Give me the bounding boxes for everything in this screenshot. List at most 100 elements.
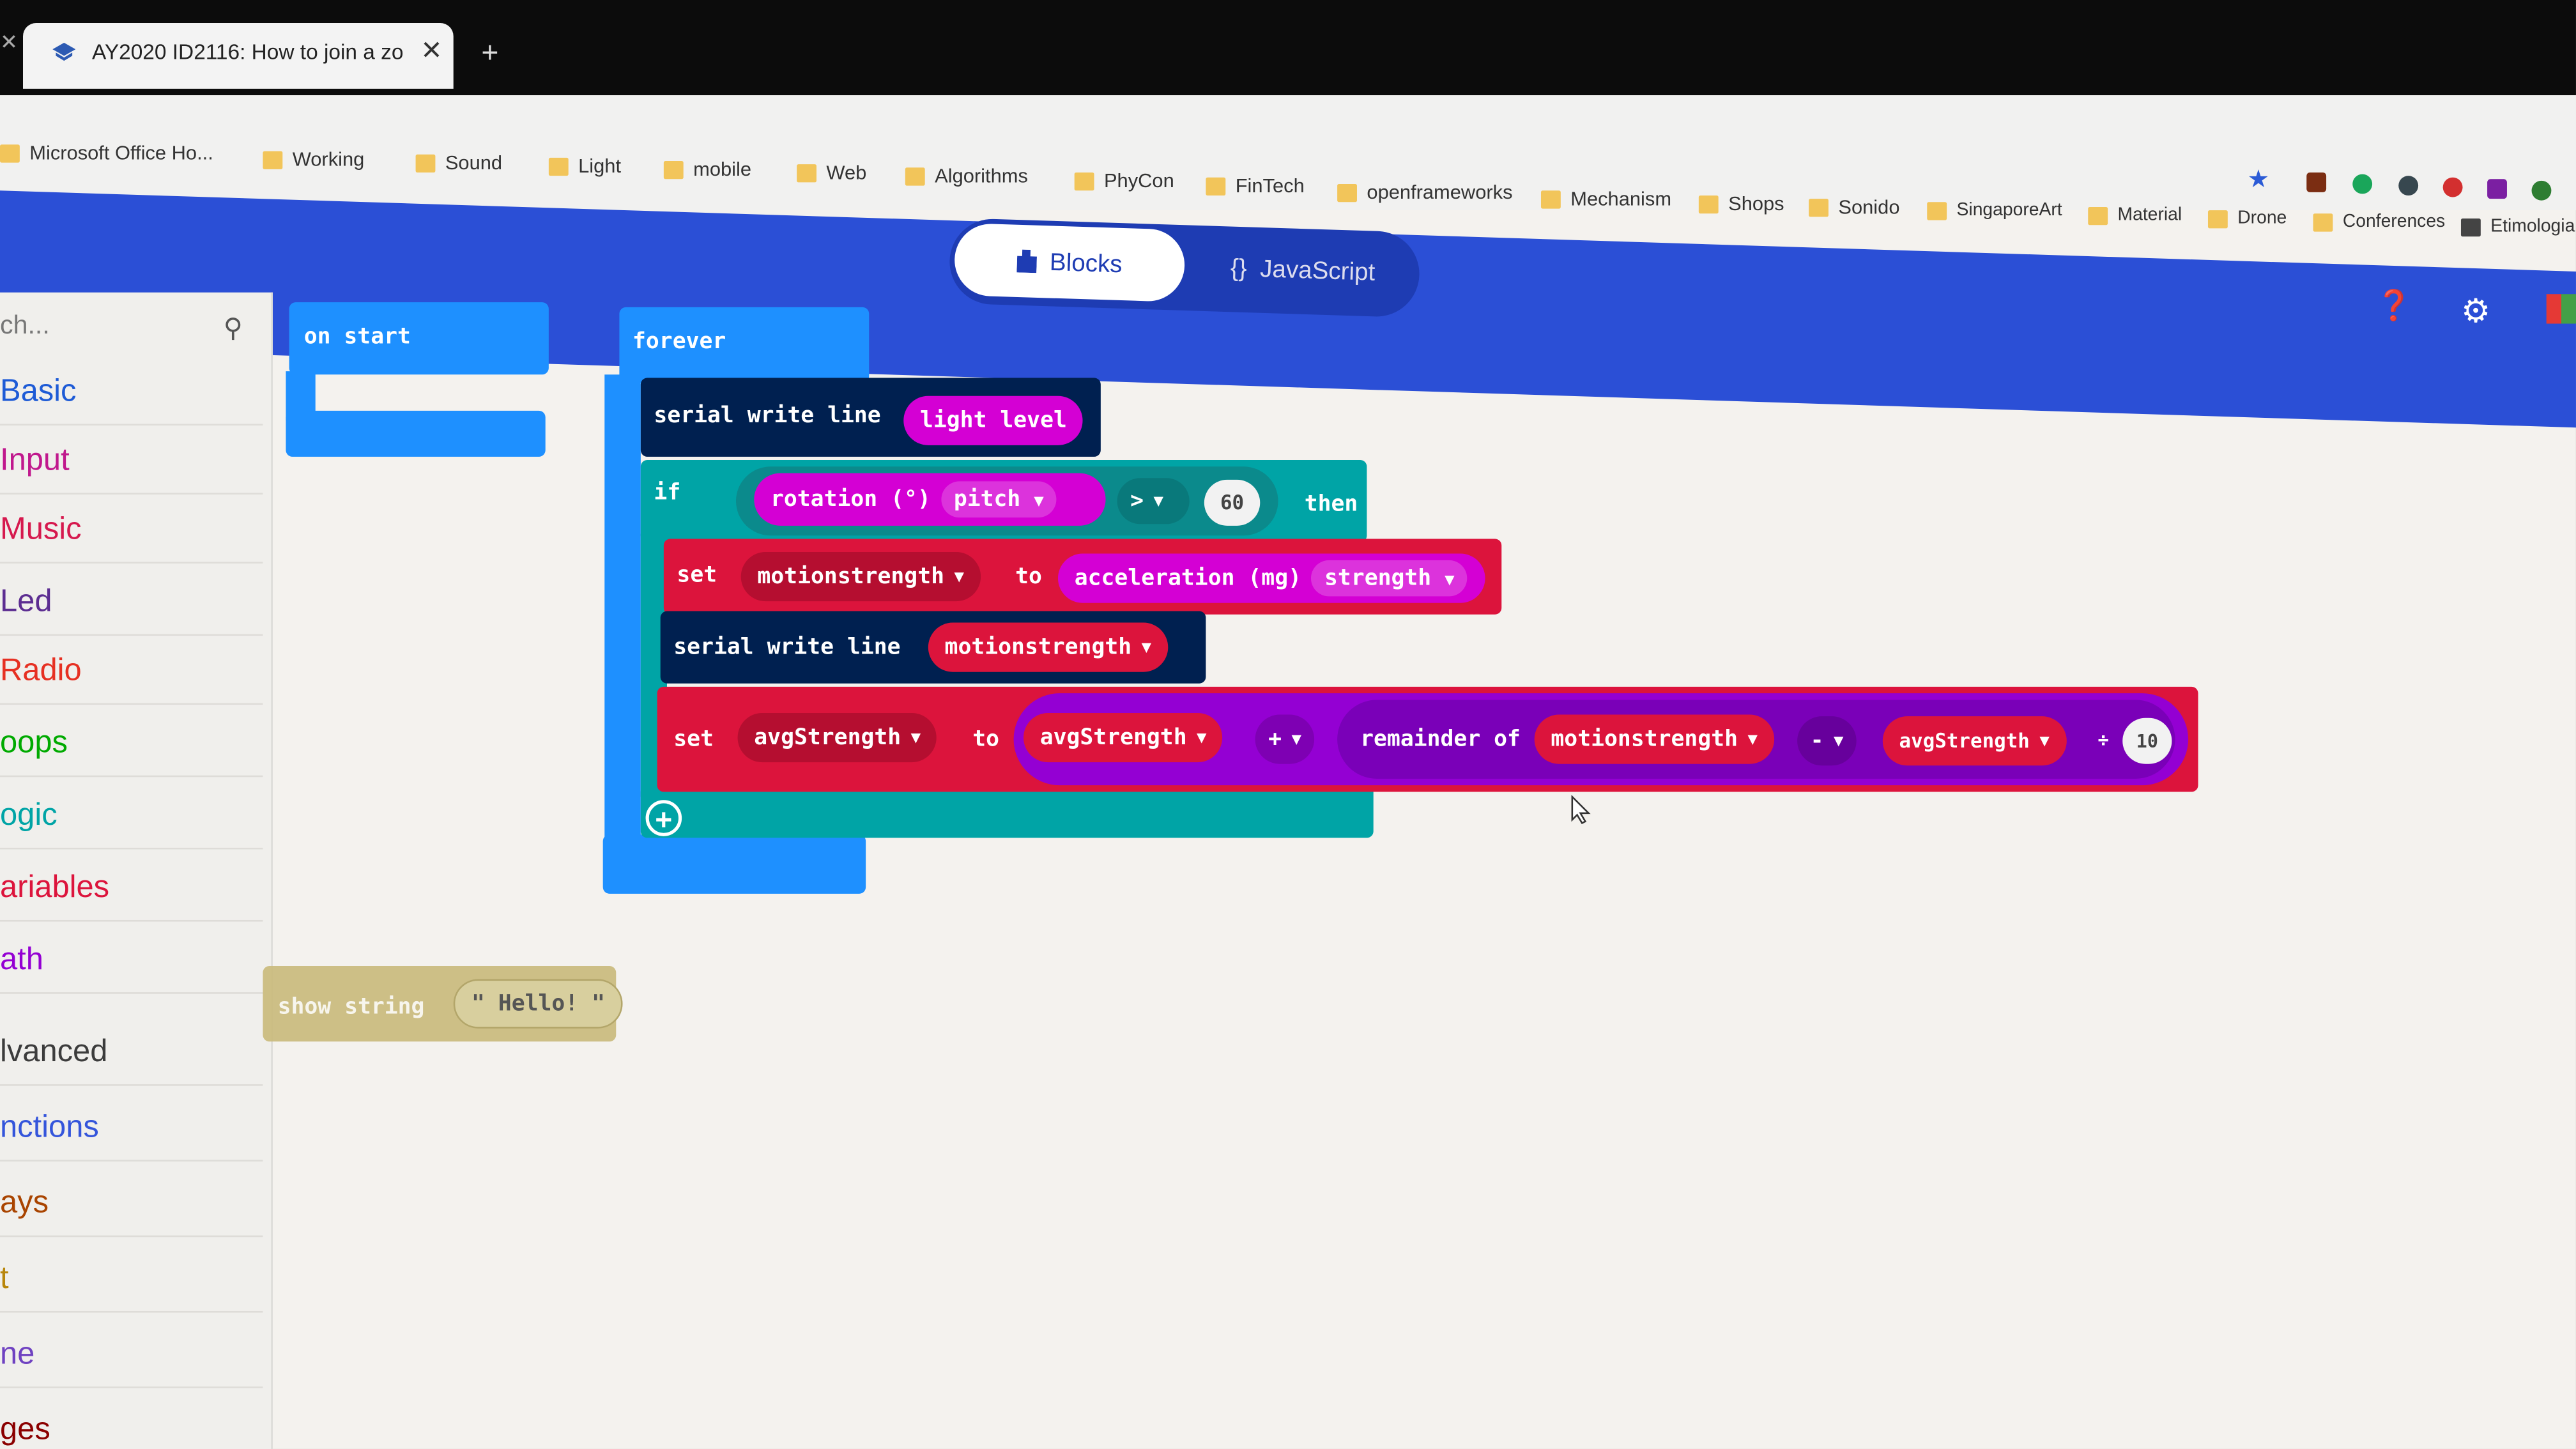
extension-icon[interactable] <box>2306 172 2327 192</box>
microsoft-logo-icon[interactable] <box>2546 294 2576 324</box>
add-else-icon[interactable]: + <box>645 800 682 836</box>
toolbox-category-ath[interactable]: ath <box>0 943 263 994</box>
makecode-window: ✕ | AY2020 ID2116: How to join a zo ✕ + … <box>0 0 2576 1449</box>
bookmark-item[interactable]: Mechanism <box>1540 187 1671 210</box>
browser-tab[interactable]: AY2020 ID2116: How to join a zo ✕ <box>22 22 454 89</box>
extension-icon[interactable] <box>2352 174 2373 194</box>
folder-icon <box>2088 206 2108 224</box>
if-block-bottom <box>640 785 1374 838</box>
chevron-down-icon: ▼ <box>1153 492 1163 510</box>
toolbox-category-lvanced[interactable]: lvanced <box>0 1035 263 1086</box>
bookmark-item[interactable]: Material <box>2088 205 2182 225</box>
folder-icon <box>663 160 684 178</box>
bookmark-item[interactable]: openframeworks <box>1337 181 1513 204</box>
motionstrength-variable[interactable]: motionstrength ▼ <box>928 622 1168 672</box>
chevron-down-icon: ▼ <box>954 567 964 586</box>
toolbox-category-radio[interactable]: Radio <box>0 654 263 705</box>
extension-icon[interactable] <box>2531 180 2552 201</box>
toolbox-category-ariables[interactable]: ariables <box>0 871 263 922</box>
toolbox-category-basic[interactable]: Basic <box>0 374 263 425</box>
bookmark-item[interactable]: Light <box>548 155 621 178</box>
gear-icon[interactable]: ⚙ <box>2461 291 2490 332</box>
show-string-label: show string <box>277 993 425 1020</box>
bookmark-item[interactable]: Algorithms <box>905 164 1028 187</box>
bookmark-item[interactable]: Drone <box>2207 209 2287 228</box>
chevron-down-icon: ▼ <box>1747 730 1758 749</box>
toolbox-category-oops[interactable]: oops <box>0 726 263 778</box>
strength-dropdown[interactable]: strength ▼ <box>1311 560 1468 597</box>
extension-icon[interactable] <box>2442 177 2463 197</box>
folder-icon <box>1206 176 1226 195</box>
toolbox-search[interactable]: ch... ⚲ <box>0 293 266 365</box>
folder-icon <box>2207 209 2228 228</box>
folder-icon <box>1698 194 1719 213</box>
forever-block-bottom <box>602 834 866 894</box>
toolbox-category-ogic[interactable]: ogic <box>0 799 263 850</box>
bookmark-item[interactable]: Conferences <box>2313 212 2445 232</box>
motionstrength-variable[interactable]: motionstrength ▼ <box>1534 714 1774 764</box>
then-label: then <box>1304 491 1358 518</box>
bookmark-item[interactable]: Sonido <box>1809 195 1900 218</box>
braces-icon: {} <box>1230 253 1248 282</box>
remainder-of-label: remainder of <box>1360 726 1521 753</box>
javascript-label: JavaScript <box>1259 254 1376 286</box>
acceleration-block[interactable]: acceleration (mg) strength ▼ <box>1057 553 1485 603</box>
folder-icon <box>1540 189 1561 208</box>
to-label: to <box>1015 563 1042 590</box>
bookmark-item[interactable]: SingaporeArt <box>1927 201 2062 220</box>
folder-icon <box>263 150 283 169</box>
bookmark-item[interactable]: FinTech <box>1206 174 1305 197</box>
bookmark-item[interactable]: Sound <box>415 151 502 174</box>
folder-icon <box>548 157 569 175</box>
extension-icon[interactable] <box>2487 179 2507 199</box>
folder-icon <box>1809 197 1828 217</box>
blocks-label: Blocks <box>1049 248 1123 279</box>
toolbox-category-nctions[interactable]: nctions <box>0 1110 263 1162</box>
javascript-mode-button[interactable]: {} JavaScript <box>1195 231 1411 310</box>
avgstrength-dropdown[interactable]: avgStrength ▼ <box>737 712 937 763</box>
operator-dropdown[interactable]: > ▼ <box>1117 478 1190 525</box>
rotation-block[interactable]: rotation (°) pitch ▼ <box>754 473 1106 526</box>
search-icon[interactable]: ⚲ <box>224 312 243 345</box>
mouse-cursor-icon <box>1571 795 1591 824</box>
toolbox-category-input[interactable]: Input <box>0 443 263 494</box>
avgstrength-variable[interactable]: avgStrength ▼ <box>1882 716 2066 766</box>
toolbox-category-ne[interactable]: ne <box>0 1337 263 1388</box>
folder-icon <box>1927 201 1947 220</box>
toolbox-category-music[interactable]: Music <box>0 512 263 564</box>
bookmark-item[interactable]: PhyCon <box>1074 169 1174 192</box>
bookmark-item[interactable]: Shops <box>1698 192 1784 215</box>
toolbox-category-led[interactable]: Led <box>0 585 263 636</box>
number-field[interactable]: 10 <box>2122 717 2172 764</box>
toolbox-category-ays[interactable]: ays <box>0 1186 263 1238</box>
new-tab-button[interactable]: + <box>481 36 498 71</box>
bookmark-item[interactable]: Working <box>263 148 364 171</box>
on-start-label: on start <box>303 323 411 350</box>
minus-operator-dropdown[interactable]: - ▼ <box>1797 716 1857 766</box>
extension-icon[interactable] <box>2398 176 2419 195</box>
pitch-dropdown[interactable]: pitch ▼ <box>940 481 1057 518</box>
help-icon[interactable]: ❓ <box>2375 289 2412 324</box>
divide-label: ÷ <box>2097 729 2109 751</box>
folder-icon <box>415 153 436 172</box>
avgstrength-variable[interactable]: avgStrength ▼ <box>1023 712 1223 763</box>
bookmark-item[interactable]: Microsoft Office Ho... <box>0 141 213 164</box>
tab-close-icon[interactable]: ✕ <box>420 34 442 67</box>
blocks-mode-button[interactable]: Blocks <box>953 222 1186 303</box>
folder-icon <box>0 143 20 162</box>
star-icon[interactable]: ★ <box>2248 164 2270 194</box>
search-input[interactable]: ch... <box>0 312 50 342</box>
chevron-down-icon: ▼ <box>1141 638 1152 657</box>
bookmark-item[interactable]: Etimologia <box>2460 217 2575 236</box>
toolbox-category-t[interactable]: t <box>0 1262 263 1313</box>
hello-string-field[interactable]: " Hello! " <box>453 979 624 1029</box>
toolbox-category-ges[interactable]: ges <box>0 1413 263 1449</box>
chevron-down-icon: ▼ <box>1034 493 1044 511</box>
set-label: set <box>677 562 717 588</box>
bookmark-item[interactable]: Web <box>797 161 866 184</box>
bookmark-item[interactable]: mobile <box>663 158 751 181</box>
motionstrength-dropdown[interactable]: motionstrength ▼ <box>740 551 981 602</box>
plus-operator-dropdown[interactable]: + ▼ <box>1255 714 1315 764</box>
light-level-block[interactable]: light level <box>903 395 1084 445</box>
number-field[interactable]: 60 <box>1204 479 1261 526</box>
